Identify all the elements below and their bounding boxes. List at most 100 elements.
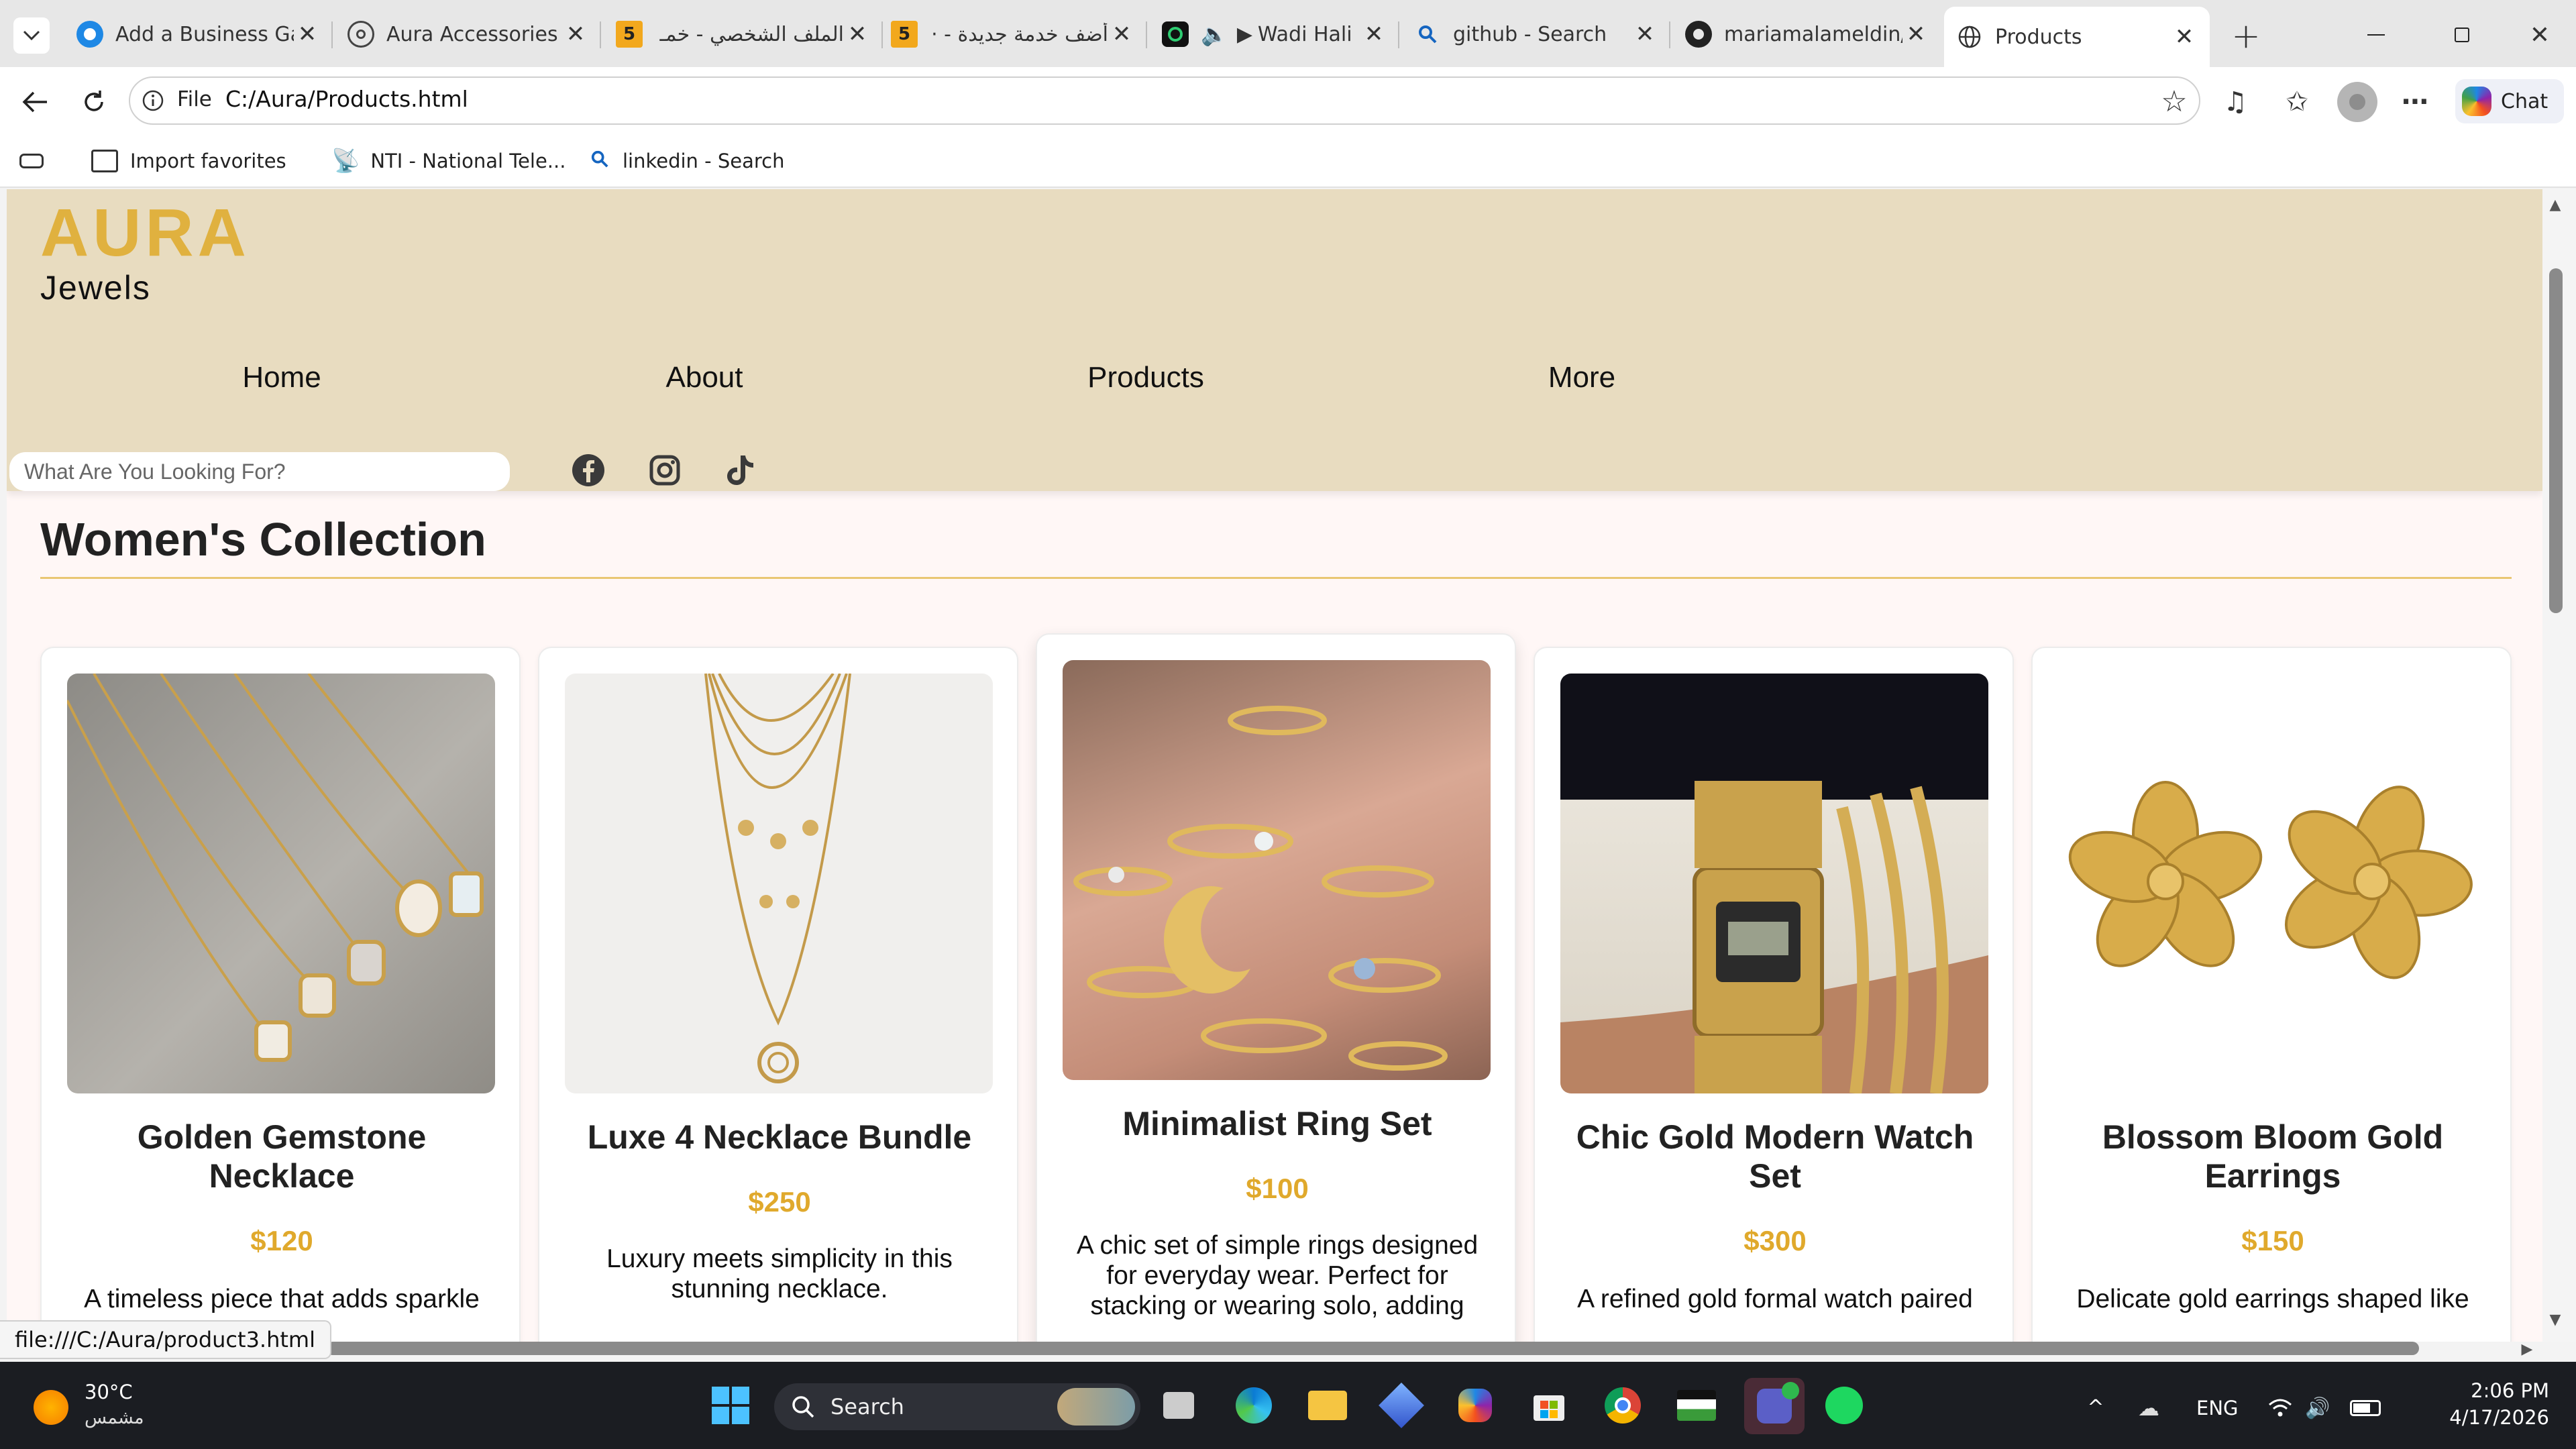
battery-icon[interactable] [2347,1393,2384,1424]
file-explorer-icon[interactable] [1304,1382,1351,1429]
app-green-icon[interactable] [1673,1382,1720,1429]
favorite-star-icon[interactable]: ☆ [2157,85,2191,119]
play-icon: ▶ [1236,22,1252,46]
nav-about[interactable]: About [666,361,743,394]
close-icon[interactable]: ✕ [1108,21,1135,48]
profile-avatar-icon[interactable] [2337,82,2377,122]
favorites-icon[interactable]: ✩ [2278,83,2316,121]
product-image[interactable] [67,674,495,1093]
media-icon[interactable]: ♫ [2216,83,2254,121]
tab-2[interactable]: 5 الملف الشخصي - خمـ ✕ [604,7,883,62]
task-view-icon[interactable] [1155,1382,1202,1429]
favorite-label: NTI - National Tele... [370,150,566,172]
favorite-label: linkedin - Search [623,150,785,172]
product-card[interactable]: Luxe 4 Necklace Bundle $250 Luxury meets… [538,647,1018,1342]
close-icon[interactable]: ✕ [1631,21,1658,48]
more-menu-icon[interactable]: ⋯ [2396,83,2434,121]
address-scheme: File [177,87,212,111]
product-image[interactable] [2058,674,2486,1093]
tab-title: الملف الشخصي - خمـ [659,22,844,46]
copilot-app-icon[interactable] [1452,1382,1499,1429]
app-cube-icon[interactable] [1378,1382,1425,1429]
product-name: Luxe 4 Necklace Bundle [587,1118,972,1156]
close-icon[interactable]: ✕ [562,21,589,48]
product-price: $150 [2241,1225,2304,1256]
window-close-icon[interactable]: ✕ [2520,16,2560,54]
restore-icon[interactable] [2442,16,2482,54]
teams-icon[interactable] [1744,1378,1805,1434]
vertical-scroll-thumb[interactable] [2549,268,2563,613]
scroll-right-icon[interactable]: ▶ [2517,1339,2537,1359]
collections-icon[interactable] [16,146,47,176]
collection-divider [40,577,2512,579]
tiktok-icon[interactable] [720,451,759,490]
tab-7-active[interactable]: Products ✕ [1944,7,2210,67]
product-image[interactable] [1063,660,1491,1080]
new-tab-icon[interactable]: + [2224,16,2267,56]
nav-home[interactable]: Home [242,361,321,394]
scroll-up-icon[interactable]: ▲ [2545,195,2565,215]
instagram-icon[interactable] [645,451,684,490]
show-hidden-icons-chevron-icon[interactable]: ^ [2082,1394,2109,1421]
tab-4[interactable]: 🔈 ▶ Wadi Hali M ✕ [1150,7,1399,62]
site-search-input[interactable] [9,452,510,491]
nav-products[interactable]: Products [1087,361,1204,394]
horizontal-scroll-thumb[interactable] [326,1342,2419,1355]
status-bar-url: file:///C:/Aura/product3.html [0,1320,331,1359]
edge-app-icon[interactable] [1230,1382,1277,1429]
microsoft-store-icon[interactable] [1525,1382,1572,1429]
tab-3[interactable]: 5 أضف خدمة جديدة - · ✕ [879,7,1147,62]
openai-icon [347,21,374,48]
favorite-import[interactable]: Import favorites [91,145,286,177]
info-icon[interactable] [138,86,168,115]
product-card[interactable]: Blossom Bloom Gold Earrings $150 Delicat… [2031,647,2512,1342]
product-price: $120 [250,1225,313,1256]
product-card[interactable]: Minimalist Ring Set $100 A chic set of s… [1036,633,1516,1342]
close-icon[interactable]: ✕ [1360,21,1387,48]
chat-label: Chat [2501,89,2548,113]
nav-more[interactable]: More [1548,361,1615,394]
tab-1[interactable]: Aura Accessories ✕ [335,7,601,62]
product-price: $250 [748,1186,811,1218]
favorite-label: Import favorites [130,150,286,172]
product-card[interactable]: Golden Gemstone Necklace $120 A timeless… [40,647,521,1342]
chrome-icon[interactable] [1599,1382,1646,1429]
close-icon[interactable]: ✕ [1902,21,1929,48]
spotify-icon[interactable] [1821,1382,1868,1429]
close-icon[interactable]: ✕ [294,21,321,48]
site-logo[interactable]: AURA [40,195,250,272]
volume-icon[interactable]: 🔊 [2302,1393,2333,1424]
clock-time[interactable]: 2:06 PM [2408,1379,2549,1402]
sun-weather-icon[interactable] [34,1390,68,1425]
site-header: AURA Jewels Home About Products More [7,189,2542,491]
favorite-linkedin-search[interactable]: linkedin - Search [590,145,784,177]
product-card[interactable]: Chic Gold Modern Watch Set $300 A refine… [1534,647,2014,1342]
tab-5[interactable]: github - Search ✕ [1402,7,1670,62]
scroll-down-icon[interactable]: ▼ [2545,1309,2565,1330]
close-icon[interactable]: ✕ [844,21,871,48]
onedrive-offline-icon[interactable]: ☁ [2133,1393,2164,1424]
product-image[interactable] [565,674,993,1093]
tab-title: Products [1995,25,2082,49]
language-indicator[interactable]: ENG [2196,1397,2239,1419]
tab-6[interactable]: mariamalameldin/A ✕ [1673,7,1941,62]
wifi-icon[interactable] [2265,1393,2296,1424]
copilot-chat-button[interactable]: Chat [2455,79,2564,123]
taskbar-search[interactable]: Search [774,1383,1140,1430]
tab-actions-chevron-icon[interactable] [13,17,50,54]
tab-0[interactable]: Add a Business Gall ✕ [64,7,333,62]
satellite-icon: 📡 [331,148,360,174]
windows-start-icon[interactable] [707,1382,754,1429]
search-icon [792,1396,814,1418]
clock-date[interactable]: 4/17/2026 [2408,1406,2549,1429]
close-icon[interactable]: ✕ [2171,23,2198,50]
facebook-icon[interactable] [569,451,608,490]
product-image[interactable] [1560,674,1988,1093]
back-icon[interactable] [16,83,54,121]
address-url[interactable]: C:/Aura/Products.html [225,86,468,112]
favorite-nti[interactable]: 📡 NTI - National Tele... [331,145,566,177]
refresh-icon[interactable] [75,83,113,121]
search-icon [590,150,609,173]
minimize-icon[interactable] [2356,16,2396,54]
speaker-icon[interactable]: 🔈 [1201,21,1228,47]
